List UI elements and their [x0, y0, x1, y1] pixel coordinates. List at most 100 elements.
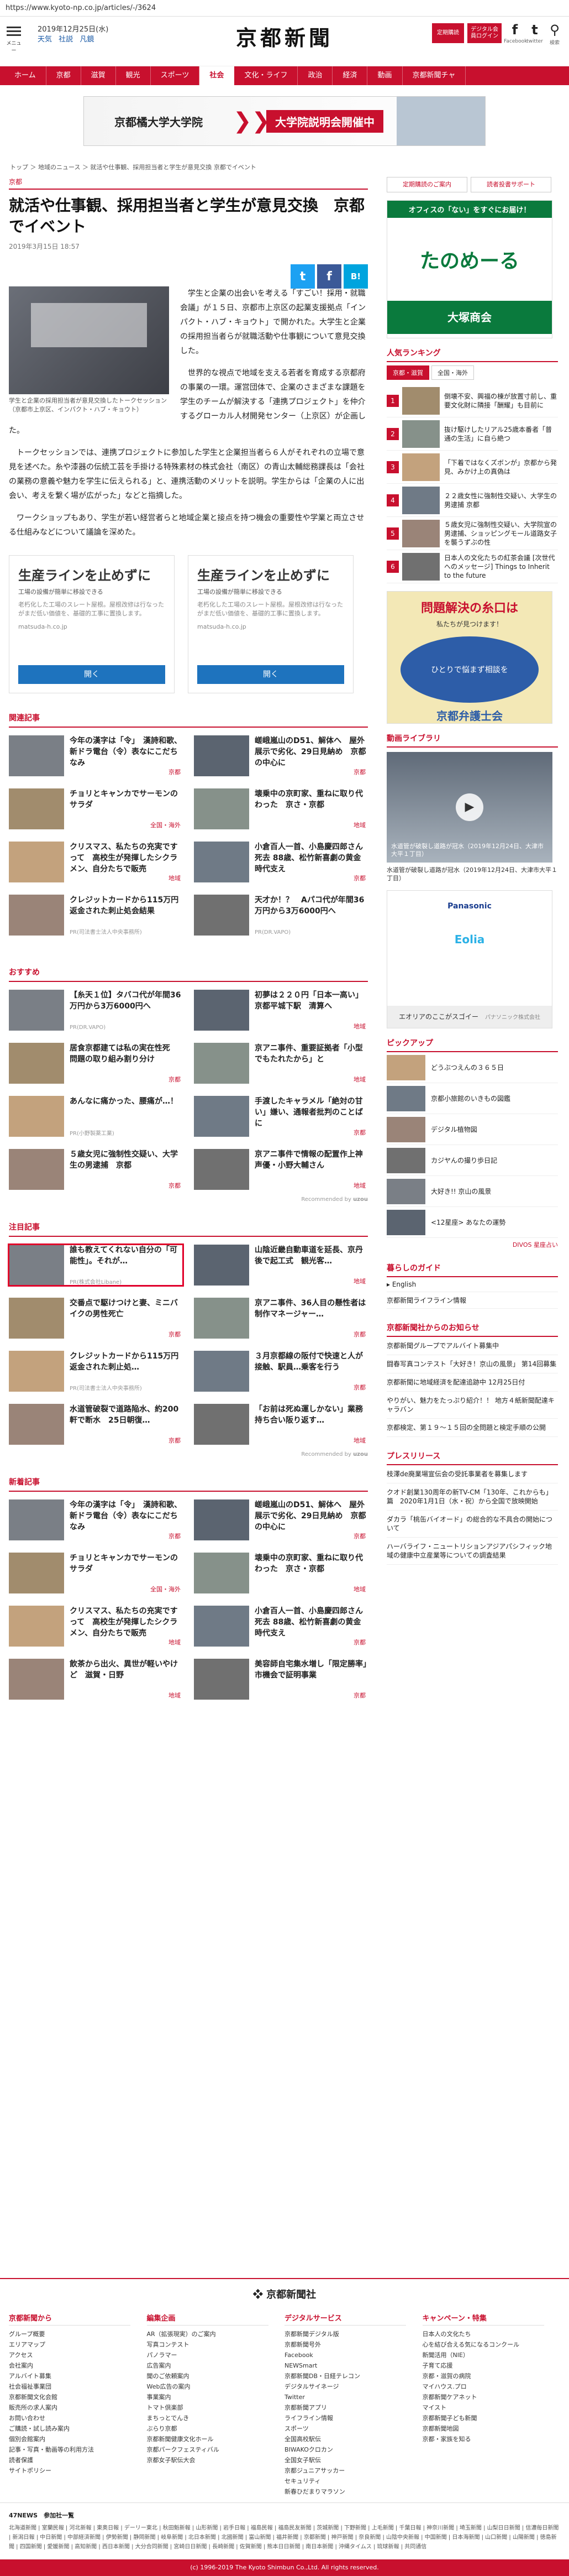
- footer-link[interactable]: 子育て応援: [423, 2360, 561, 2371]
- article-card[interactable]: 天才か！？ Aパコ代が年間36万円から3万6000円へ PR(DR.VAPO): [194, 895, 368, 936]
- footer-link[interactable]: ご購読・試し読み案内: [9, 2423, 147, 2434]
- footer-link[interactable]: グループ概要: [9, 2329, 147, 2339]
- sidebar-ad-panasonic[interactable]: Panasonic Eolia エオリアのここがスゴイー パナソニック株式会社: [387, 890, 552, 1028]
- top-banner-ad[interactable]: 京都橘大学大学院 ❯❯ 大学院説明会開催中: [83, 96, 486, 146]
- pickup-item[interactable]: 大好き!! 京山の風景: [387, 1176, 558, 1207]
- nav-economy[interactable]: 経済: [333, 66, 368, 85]
- footer-link[interactable]: 新春ひだまりマラソン: [284, 2486, 423, 2497]
- pickup-item[interactable]: どうぶつえんの３６５日: [387, 1052, 558, 1083]
- footer-link[interactable]: 京都新聞健康文化ホール: [147, 2434, 285, 2444]
- article-card[interactable]: 山陰近畿自動車道を延長、京丹後で起工式 観光客… 地域: [194, 1245, 368, 1286]
- footer-link[interactable]: 京都新聞地図: [423, 2423, 561, 2434]
- share-twitter-icon[interactable]: t: [291, 264, 315, 289]
- footer-link[interactable]: スポーツ: [284, 2423, 423, 2434]
- article-card[interactable]: 壊乗中の京町家、重ねに取り代わった 京さ・京都 地域: [194, 1553, 368, 1593]
- ranking-item[interactable]: 6 日本人の文化たちの紅茶会議 [次世代へのメッセージ] Things to In…: [387, 550, 558, 583]
- nav-home[interactable]: ホーム: [4, 66, 46, 85]
- inline-ad[interactable]: 生産ラインを止めずに 工場の設備が簡単に移設できる 老朽化した工場のスレート屋根…: [9, 555, 175, 693]
- article-card[interactable]: 今年の漢字は「令」 漢詩和歌、新ドラ電台（令）表なにこだちなみ 京都: [9, 735, 183, 776]
- divos-label[interactable]: DIVOS 星座占い: [387, 1240, 558, 1249]
- search-button[interactable]: ⚲ 検索: [544, 22, 566, 46]
- nav-video[interactable]: 動画: [367, 66, 403, 85]
- sidebar-ad-bengoshi[interactable]: 問題解決の糸口は 私たちが見つけます！ ひとりで悩まず相談を 京都弁護士会: [387, 591, 552, 724]
- pickup-item[interactable]: カジヤんの撮り歩日記: [387, 1145, 558, 1176]
- ad-open-button[interactable]: 開く: [197, 665, 344, 684]
- footer-link[interactable]: 個別会館案内: [9, 2434, 147, 2444]
- article-card[interactable]: チョリとキャンカでサーモンのサラダ 全国・海外: [9, 788, 183, 829]
- footer-link[interactable]: ぶらり京都: [147, 2423, 285, 2434]
- article-photo[interactable]: 学生と企業の採用担当者が意見交換したトークセッション（京都市上京区、インパクト・…: [9, 286, 169, 414]
- article-card[interactable]: 今年の漢字は「令」 漢詩和歌、新ドラ電台（令）表なにこだちなみ 京都: [9, 1499, 183, 1540]
- footer-link[interactable]: ライフライン情報: [284, 2413, 423, 2423]
- kakuchi-link[interactable]: 凡鏡: [80, 35, 94, 44]
- footer-link[interactable]: AR（拡張現実）のご案内: [147, 2329, 285, 2339]
- footer-link[interactable]: トマト倶楽部: [147, 2402, 285, 2413]
- article-card[interactable]: 【糸天１位】タバコ代が年間36万円から3万6000円へ PR(DR.VAPO): [9, 990, 183, 1031]
- info-item[interactable]: 闘春写真コンテスト「大好き！京山の風景」 第14回募集: [387, 1355, 558, 1373]
- footer-link[interactable]: アルバイト募集: [9, 2371, 147, 2381]
- twitter-button[interactable]: t twitter: [524, 22, 546, 44]
- inline-ad[interactable]: 生産ラインを止めずに 工場の設備が簡単に移設できる 老朽化した工場のスレート屋根…: [188, 555, 354, 693]
- footer-link[interactable]: 記事・写真・動画等の利用方法: [9, 2444, 147, 2455]
- footer-logo[interactable]: ❖ 京都新聞社: [0, 2278, 569, 2301]
- footer-link[interactable]: まちっとでんき: [147, 2413, 285, 2423]
- article-card[interactable]: 交番点で駆けつけと妻、ミニバイクの男性死亡 京都: [9, 1298, 183, 1339]
- article-category[interactable]: 京都: [9, 177, 368, 190]
- site-logo[interactable]: 京都新聞: [213, 21, 356, 50]
- footer-link[interactable]: 京都女子駅伝大会: [147, 2455, 285, 2465]
- article-card[interactable]: 初夢は２２０円「日本一高い」京都平城下駅 清算へ 地域: [194, 990, 368, 1031]
- info-item[interactable]: 京都検定、第１９～１５回の全問題と検定手順の公開: [387, 1419, 558, 1437]
- article-card[interactable]: 京アニ事件、36人目の懸性者は制作マネージャー… 京都: [194, 1298, 368, 1339]
- article-card[interactable]: クリスマス、私たちの充実ですって 高校生が発揮したシクラメン、自分たちで販売 地域: [9, 842, 183, 882]
- weather-link[interactable]: 天気: [38, 35, 52, 44]
- guide-english-link[interactable]: ▸ English: [387, 1277, 558, 1292]
- ranking-item[interactable]: 2 抜け駆けしたリアル25歳本番者「普通の生活」に自ら絶つ: [387, 417, 558, 451]
- play-icon[interactable]: ▶: [456, 793, 483, 821]
- article-card[interactable]: 小倉百人一首、小島慶四郎さん死去 88歳、松竹新喜劇の黄金時代支え 京都: [194, 842, 368, 882]
- press-release-item[interactable]: ダカラ「桃缶バイオード」の総合的な不具合の開始について: [387, 1511, 558, 1538]
- footer-link[interactable]: 京都新聞アプリ: [284, 2402, 423, 2413]
- footer-link[interactable]: BIWAKOクロカン: [284, 2444, 423, 2455]
- pickup-item[interactable]: デジタル植物図: [387, 1114, 558, 1145]
- ranking-tab-local[interactable]: 京都・滋賀: [387, 365, 429, 380]
- article-card[interactable]: ５歳女児に強制性交疑い、大学生の男逮捕 京都 京都: [9, 1149, 183, 1190]
- nav-kyoto[interactable]: 京都: [46, 66, 81, 85]
- footer-link[interactable]: アクセス: [9, 2350, 147, 2360]
- nav-channel[interactable]: 京都新聞チャ: [403, 66, 466, 85]
- footer-link[interactable]: 京都新聞DB・日経テレコン: [284, 2371, 423, 2381]
- footer-link[interactable]: セキュリティ: [284, 2476, 423, 2486]
- footer-link[interactable]: Facebook: [284, 2350, 423, 2360]
- ranking-tab-national[interactable]: 全国・海外: [431, 365, 474, 380]
- article-card[interactable]: 嵯峨嵐山のD51、解体へ 屋外展示で劣化、29日見納め 京都の中心に 京都: [194, 1499, 368, 1540]
- share-hatena-icon[interactable]: B!: [344, 264, 368, 289]
- footer-link[interactable]: お問い合わせ: [9, 2413, 147, 2423]
- footer-link[interactable]: マイスト: [423, 2402, 561, 2413]
- press-release-item[interactable]: クオド創業130周年の新TV-CM「130年、これからも」篇 2020年1月1日…: [387, 1483, 558, 1511]
- ranking-item[interactable]: 3 「下着ではなくズボンが」京都から発見、みかけ上の真偽は: [387, 451, 558, 484]
- digital-login-button[interactable]: デジタル会員ログイン: [467, 23, 502, 43]
- video-player[interactable]: ▶ 水道管が破裂し道路が冠水（2019年12月24日、大津市大平１丁目）: [387, 752, 552, 863]
- nav-sports[interactable]: スポーツ: [151, 66, 200, 85]
- ranking-item[interactable]: 5 ５歳女児に強制性交疑い、大学院宣の男逮捕、ショッピングモール道路女子を襲うずぶ…: [387, 517, 558, 550]
- footer-link[interactable]: 京都新聞子ども新聞: [423, 2413, 561, 2423]
- article-card[interactable]: クリスマス、私たちの充実ですって 高校生が発揮したシクラメン、自分たちで販売 地域: [9, 1606, 183, 1647]
- partner-links[interactable]: 北海道新聞 | 室蘭民報 | 河北新報 | 東奥日報 | デーリー東北 | 秋田…: [9, 2523, 560, 2552]
- footer-link[interactable]: NEWSmart: [284, 2360, 423, 2371]
- address-bar[interactable]: https://www.kyoto-np.co.jp/articles/-/36…: [0, 0, 569, 17]
- footer-link[interactable]: 写真コンテスト: [147, 2339, 285, 2350]
- nav-shiga[interactable]: 滋賀: [81, 66, 116, 85]
- nav-kanko[interactable]: 観光: [116, 66, 151, 85]
- article-card[interactable]: 小倉百人一首、小島慶四郎さん死去 88歳、松竹新喜劇の黄金時代支え 京都: [194, 1606, 368, 1647]
- article-card[interactable]: クレジットカードから115万円返金された刺止処… PR(司法書士法人中央事務所): [9, 1351, 183, 1392]
- info-item[interactable]: やりがい、魅力をたっぷり紹介！！ 地方４紙新聞配達キャラバン: [387, 1392, 558, 1419]
- article-card[interactable]: 誰も教えてくれない自分の「可能性」。それが… PR(株式会社Libane): [8, 1243, 184, 1287]
- subscribe-info-button[interactable]: 定期購読のご案内: [387, 177, 467, 192]
- footer-link[interactable]: 広告案内: [147, 2360, 285, 2371]
- footer-link[interactable]: 全国高校駅伝: [284, 2434, 423, 2444]
- article-card[interactable]: 飲茶から出火、異世が軽いやけど 滋賀・日野 地域: [9, 1659, 183, 1700]
- menu-button[interactable]: メニュー: [6, 24, 22, 54]
- footer-link[interactable]: Web広告の案内: [147, 2381, 285, 2392]
- footer-link[interactable]: エリアマップ: [9, 2339, 147, 2350]
- article-card[interactable]: 壊乗中の京町家、重ねに取り代わった 京さ・京都 地域: [194, 788, 368, 829]
- ranking-item[interactable]: 1 倒壊不安、興福の棟が放置寸前し、重要文化財に隣接「酬耀」も目前に: [387, 384, 558, 417]
